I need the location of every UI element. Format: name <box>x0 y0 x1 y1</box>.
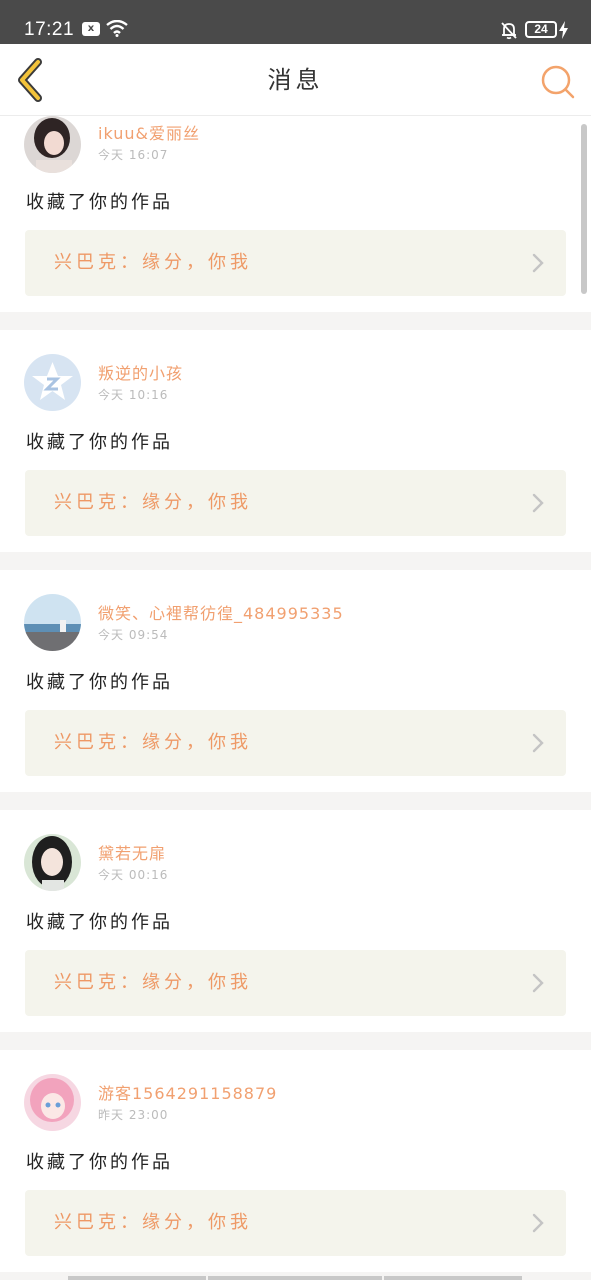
message-card[interactable]: 游客1564291158879 昨天 23:00 收藏了你的作品 兴巴克：缘分，… <box>0 1050 591 1272</box>
work-title: 兴巴克：缘分，你我 <box>54 492 252 513</box>
nav-indicator-center <box>208 1276 382 1280</box>
message-action: 收藏了你的作品 <box>26 432 173 453</box>
message-action: 收藏了你的作品 <box>26 912 173 933</box>
work-link[interactable]: 兴巴克：缘分，你我 <box>25 470 566 536</box>
chevron-right-icon <box>532 253 544 273</box>
battery-indicator: 24 <box>525 21 557 38</box>
message-card[interactable]: 黛若无扉 今天 00:16 收藏了你的作品 兴巴克：缘分，你我 <box>0 810 591 1032</box>
message-action: 收藏了你的作品 <box>26 672 173 693</box>
work-title: 兴巴克：缘分，你我 <box>54 732 252 753</box>
chevron-right-icon <box>532 1213 544 1233</box>
work-title: 兴巴克：缘分，你我 <box>54 252 252 273</box>
mute-bell-icon <box>501 22 517 40</box>
work-title: 兴巴克：缘分，你我 <box>54 972 252 993</box>
message-card[interactable]: ikuu&爱丽丝 今天 16:07 收藏了你的作品 兴巴克：缘分，你我 <box>0 116 591 312</box>
work-title: 兴巴克：缘分，你我 <box>54 1212 252 1233</box>
message-time: 今天 00:16 <box>98 868 169 882</box>
sim-icon: x <box>82 22 100 36</box>
chevron-right-icon <box>532 973 544 993</box>
scrollbar[interactable] <box>581 124 587 294</box>
message-username[interactable]: 叛逆的小孩 <box>98 360 183 384</box>
message-time: 今天 09:54 <box>98 628 169 642</box>
message-time: 昨天 23:00 <box>98 1108 169 1122</box>
charging-icon <box>559 21 568 39</box>
message-username[interactable]: 微笑、心裡帮彷徨_484995335 <box>98 600 344 624</box>
work-link[interactable]: 兴巴克：缘分，你我 <box>25 710 566 776</box>
message-card[interactable]: 微笑、心裡帮彷徨_484995335 今天 09:54 收藏了你的作品 兴巴克：… <box>0 570 591 792</box>
work-link[interactable]: 兴巴克：缘分，你我 <box>25 1190 566 1256</box>
page-title: 消息 <box>267 66 324 94</box>
message-card[interactable]: 叛逆的小孩 今天 10:16 收藏了你的作品 兴巴克：缘分，你我 <box>0 330 591 552</box>
chevron-right-icon <box>532 493 544 513</box>
top-nav-bar: 消息 <box>0 44 591 116</box>
work-link[interactable]: 兴巴克：缘分，你我 <box>25 950 566 1016</box>
avatar[interactable] <box>24 354 81 411</box>
avatar[interactable] <box>24 594 81 651</box>
status-bar: 17:21 x 24 <box>0 0 591 44</box>
message-username[interactable]: ikuu&爱丽丝 <box>98 120 200 144</box>
work-link[interactable]: 兴巴克：缘分，你我 <box>25 230 566 296</box>
avatar[interactable] <box>24 1074 81 1131</box>
nav-indicator-right <box>384 1276 522 1280</box>
wifi-icon <box>106 20 128 37</box>
avatar[interactable] <box>24 116 81 173</box>
message-time: 今天 16:07 <box>98 148 169 162</box>
search-icon[interactable] <box>538 62 576 100</box>
avatar[interactable] <box>24 834 81 891</box>
message-action: 收藏了你的作品 <box>26 1152 173 1173</box>
message-username[interactable]: 游客1564291158879 <box>98 1080 277 1104</box>
message-time: 今天 10:16 <box>98 388 169 402</box>
message-list[interactable]: ikuu&爱丽丝 今天 16:07 收藏了你的作品 兴巴克：缘分，你我 叛逆的小… <box>0 116 591 1280</box>
status-time: 17:21 <box>24 19 75 40</box>
message-action: 收藏了你的作品 <box>26 192 173 213</box>
message-username[interactable]: 黛若无扉 <box>98 840 166 864</box>
chevron-right-icon <box>532 733 544 753</box>
nav-indicator-left <box>68 1276 206 1280</box>
